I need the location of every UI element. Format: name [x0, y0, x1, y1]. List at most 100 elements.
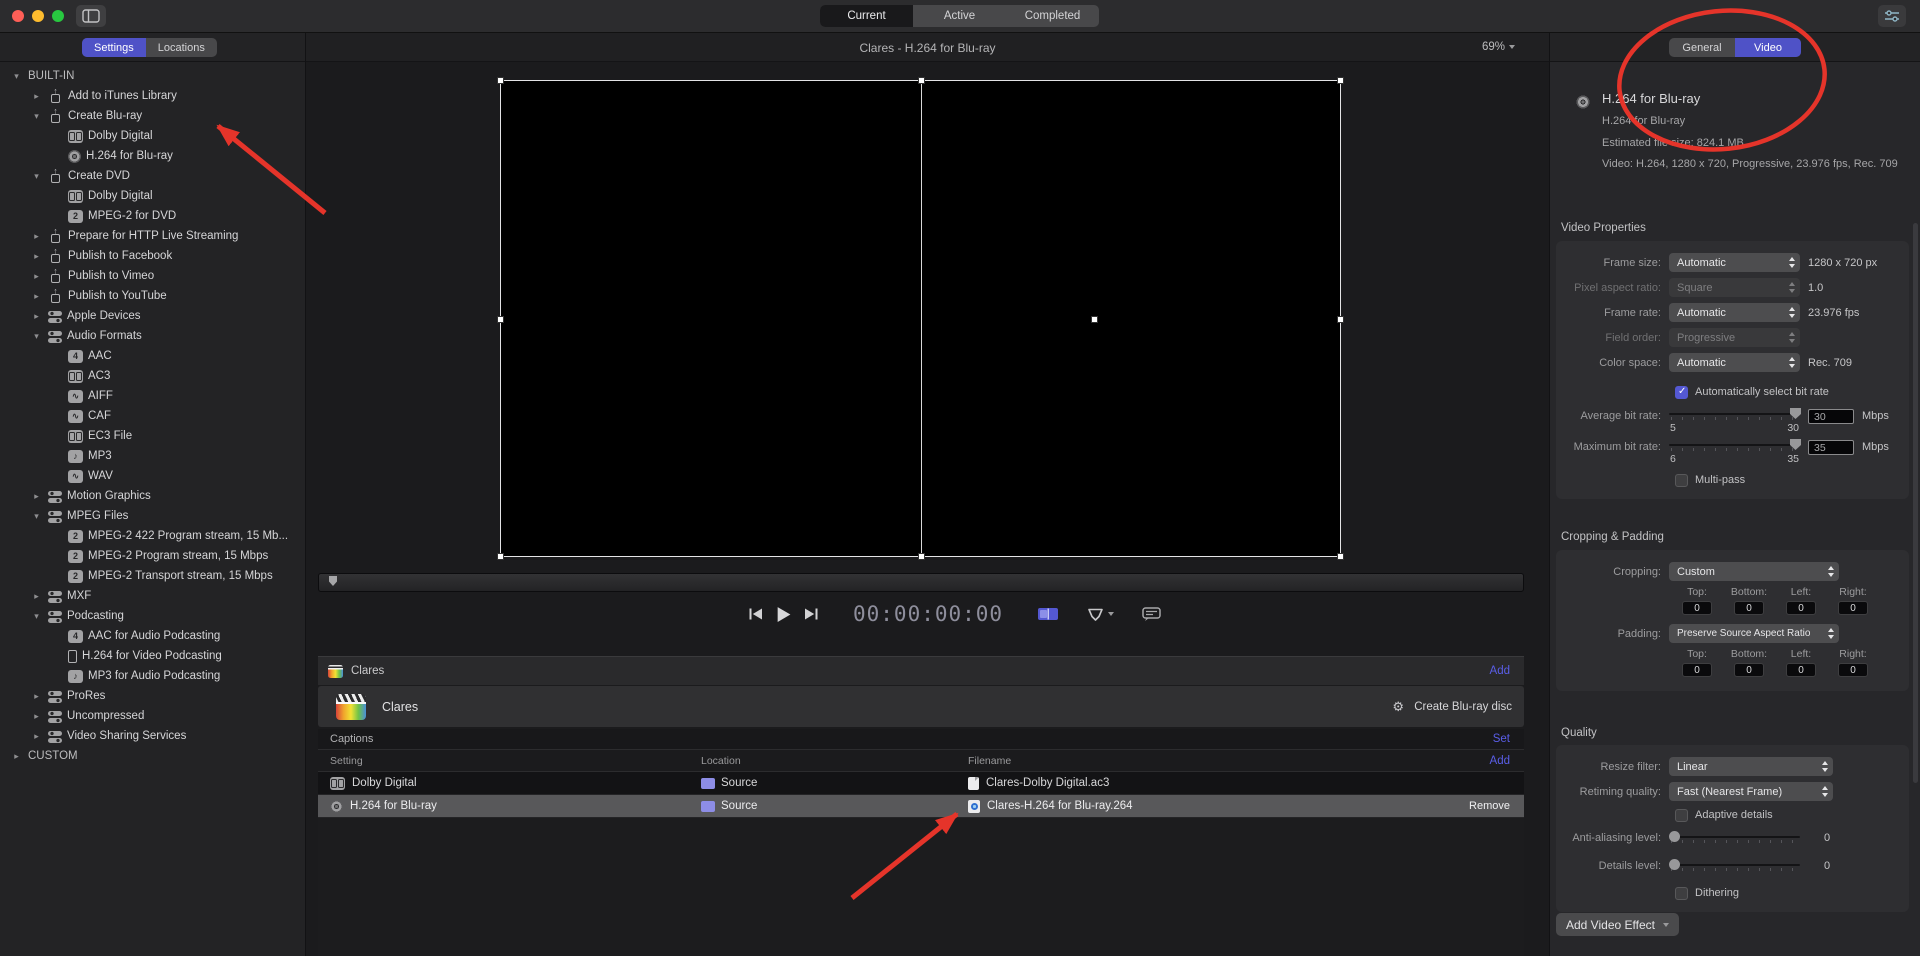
add-video-effect-button[interactable]: Add Video Effect: [1556, 913, 1679, 936]
crop-handle[interactable]: [1337, 553, 1344, 560]
disclosure-triangle[interactable]: ▸: [30, 311, 43, 322]
sidebar-item[interactable]: ▾ Podcasting: [0, 606, 305, 626]
next-frame-button[interactable]: [804, 607, 819, 621]
disclosure-triangle[interactable]: ▾: [10, 71, 23, 82]
dithering-checkbox[interactable]: [1675, 886, 1688, 900]
sidebar-item[interactable]: 2 MPEG-2 Transport stream, 15 Mbps: [0, 566, 305, 586]
disclosure-triangle[interactable]: ▾: [30, 171, 43, 182]
sidebar-item[interactable]: ▾ MPEG Files: [0, 506, 305, 526]
pad-value-field[interactable]: 0: [1786, 663, 1816, 677]
cropping-dropdown[interactable]: Custom: [1669, 562, 1839, 581]
slider-handle[interactable]: [1669, 859, 1680, 870]
add-output-button[interactable]: Add: [1490, 665, 1510, 677]
crop-handle[interactable]: [1337, 316, 1344, 323]
sidebar-item[interactable]: ▸ Prepare for HTTP Live Streaming: [0, 226, 305, 246]
bitrate-slider[interactable]: [1669, 407, 1801, 421]
tab-settings[interactable]: Settings: [82, 38, 146, 57]
disclosure-triangle[interactable]: ▾: [30, 611, 43, 622]
auto-bitrate-checkbox[interactable]: [1675, 385, 1688, 399]
sidebar-item[interactable]: 4 AAC for Audio Podcasting: [0, 626, 305, 646]
sidebar-item[interactable]: 2 MPEG-2 for DVD: [0, 206, 305, 226]
job-action-button[interactable]: ⚙ Create Blu-ray disc: [1390, 699, 1512, 714]
disclosure-triangle[interactable]: ▾: [30, 331, 43, 342]
bitrate-value-field[interactable]: 35: [1808, 440, 1854, 455]
play-button[interactable]: [775, 606, 792, 623]
sidebar-item[interactable]: ♪ MP3: [0, 446, 305, 466]
add-output-row-button[interactable]: Add: [1490, 755, 1510, 767]
captions-overlay-button[interactable]: [1142, 606, 1162, 622]
sidebar-item[interactable]: ▾ Audio Formats: [0, 326, 305, 346]
job-card[interactable]: Clares ⚙ Create Blu-ray disc: [318, 686, 1524, 727]
crop-handle[interactable]: [497, 316, 504, 323]
tab-active[interactable]: Active: [913, 5, 1006, 27]
disclosure-triangle[interactable]: ▸: [30, 731, 43, 742]
sidebar-item[interactable]: EC3 File: [0, 426, 305, 446]
sidebar-item[interactable]: Dolby Digital: [0, 126, 305, 146]
sidebar-item[interactable]: H.264 for Blu-ray: [0, 146, 305, 166]
output-row[interactable]: H.264 for Blu-ray Source Clares-H.264 for …: [318, 795, 1524, 818]
quality-slider[interactable]: [1669, 830, 1800, 844]
sidebar-item[interactable]: ▸ Motion Graphics: [0, 486, 305, 506]
crop-handle[interactable]: [918, 553, 925, 560]
property-dropdown[interactable]: Automatic: [1669, 303, 1800, 322]
crop-value-field[interactable]: 0: [1734, 601, 1764, 615]
property-dropdown[interactable]: Fast (Nearest Frame): [1669, 782, 1833, 801]
toggle-sidebar-button[interactable]: [76, 5, 106, 27]
adaptive-details-checkbox[interactable]: [1675, 808, 1688, 822]
disclosure-triangle[interactable]: ▸: [30, 491, 43, 502]
playhead-marker[interactable]: [329, 576, 337, 586]
sidebar-item[interactable]: ♪ MP3 for Audio Podcasting: [0, 666, 305, 686]
tab-locations[interactable]: Locations: [146, 38, 217, 57]
remove-output-button[interactable]: Remove: [1469, 800, 1510, 812]
sidebar-item[interactable]: 4 AAC: [0, 346, 305, 366]
minimize-window-button[interactable]: [32, 10, 44, 22]
sidebar-item[interactable]: ▸ Apple Devices: [0, 306, 305, 326]
filter-settings-button[interactable]: [1878, 5, 1906, 27]
sidebar-item[interactable]: ▸ Publish to YouTube: [0, 286, 305, 306]
disclosure-triangle[interactable]: ▸: [30, 271, 43, 282]
bitrate-value-field[interactable]: 30: [1808, 409, 1854, 424]
crop-handle[interactable]: [918, 77, 925, 84]
sidebar-item[interactable]: ▾ Create Blu-ray: [0, 106, 305, 126]
compare-divider[interactable]: [921, 81, 922, 556]
sidebar-item[interactable]: ▸ Add to iTunes Library: [0, 86, 305, 106]
disclosure-triangle[interactable]: ▸: [30, 291, 43, 302]
tab-video[interactable]: Video: [1735, 38, 1801, 57]
zoom-window-button[interactable]: [52, 10, 64, 22]
disclosure-triangle[interactable]: ▸: [10, 751, 23, 762]
disclosure-triangle[interactable]: ▸: [30, 691, 43, 702]
sidebar-item[interactable]: H.264 for Video Podcasting: [0, 646, 305, 666]
sidebar-item[interactable]: AC3: [0, 366, 305, 386]
crop-value-field[interactable]: 0: [1838, 601, 1868, 615]
crop-handle[interactable]: [1337, 77, 1344, 84]
tab-completed[interactable]: Completed: [1006, 5, 1099, 27]
crop-handle[interactable]: [1091, 316, 1098, 323]
sidebar-item[interactable]: ∿ AIFF: [0, 386, 305, 406]
crop-value-field[interactable]: 0: [1786, 601, 1816, 615]
disclosure-triangle[interactable]: ▸: [30, 711, 43, 722]
sidebar-item[interactable]: ▾ BUILT-IN: [0, 66, 305, 86]
pad-value-field[interactable]: 0: [1734, 663, 1764, 677]
sidebar-item[interactable]: ▸ CUSTOM: [0, 746, 305, 766]
disclosure-triangle[interactable]: ▾: [30, 511, 43, 522]
disclosure-triangle[interactable]: ▸: [30, 91, 43, 102]
sidebar-item[interactable]: ∿ CAF: [0, 406, 305, 426]
sidebar-item[interactable]: ∿ WAV: [0, 466, 305, 486]
crop-value-field[interactable]: 0: [1682, 601, 1712, 615]
disclosure-triangle[interactable]: ▸: [30, 251, 43, 262]
pad-value-field[interactable]: 0: [1682, 663, 1712, 677]
tab-general[interactable]: General: [1669, 38, 1735, 57]
tab-current[interactable]: Current: [820, 5, 913, 27]
bitrate-slider[interactable]: [1669, 438, 1801, 452]
sidebar-item[interactable]: ▸ Uncompressed: [0, 706, 305, 726]
preview-canvas[interactable]: [497, 77, 1344, 560]
sidebar-item[interactable]: ▸ ProRes: [0, 686, 305, 706]
sidebar-item[interactable]: ▸ Video Sharing Services: [0, 726, 305, 746]
sidebar-item[interactable]: ▾ Create DVD: [0, 166, 305, 186]
timeline-scrubber[interactable]: [318, 573, 1524, 592]
property-dropdown[interactable]: Automatic: [1669, 253, 1800, 272]
disclosure-triangle[interactable]: ▸: [30, 231, 43, 242]
sidebar-item[interactable]: ▸ Publish to Vimeo: [0, 266, 305, 286]
property-dropdown[interactable]: Linear: [1669, 757, 1833, 776]
slider-handle[interactable]: [1669, 831, 1680, 842]
